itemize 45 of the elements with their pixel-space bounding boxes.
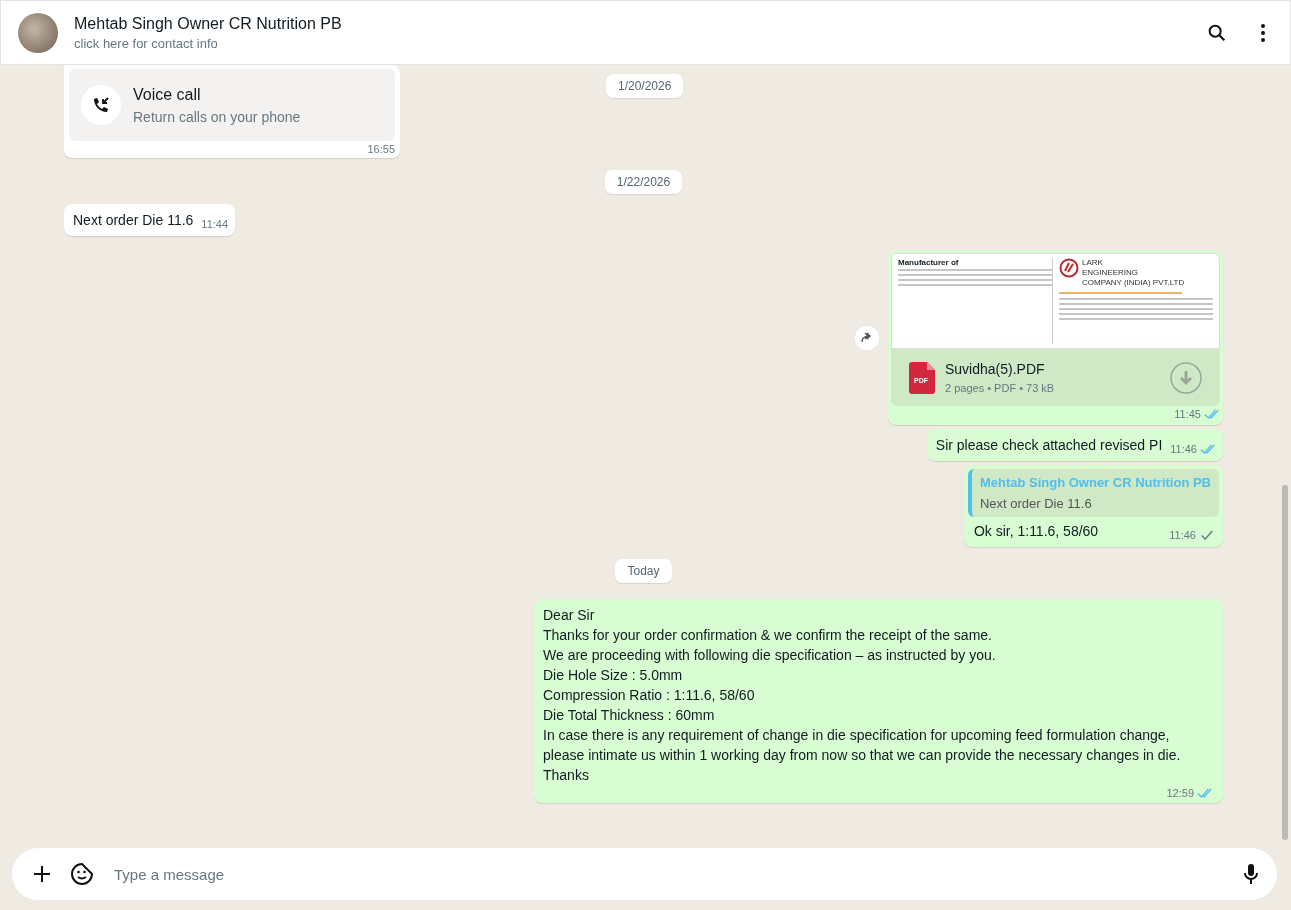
call-subtitle: Return calls on your phone: [133, 108, 301, 125]
contact-name[interactable]: Mehtab Singh Owner CR Nutrition PB: [74, 14, 1174, 33]
message-text: Thanks: [543, 766, 590, 785]
company-logo-icon: [1059, 258, 1079, 278]
message-time: 11:46: [1169, 529, 1196, 541]
contact-info-hint: click here for contact info: [74, 35, 219, 51]
message-text: Die Total Thickness : 60mm: [543, 706, 716, 725]
contact-avatar[interactable]: [18, 12, 58, 53]
message-text: In case there is any requirement of change in die specification for upcoming feed formulation change, please intimate us within 1 working day from now so that we can provide the necessary changes in die.: [543, 726, 1182, 765]
message-text: Ok sir, 1:11.6, 58/60: [973, 522, 1099, 541]
call-title: Voice call: [133, 85, 202, 104]
message-text: We are proceeding with following die specification – as instructed by you.: [543, 646, 997, 665]
message-time: 16:55: [367, 143, 395, 155]
message-time: 11:45: [1174, 408, 1201, 420]
date-chip: 1/20/2026: [606, 74, 684, 98]
missed-call-icon: [81, 85, 121, 125]
company-name: ENGINEERING: [1082, 268, 1139, 278]
quote-text: Next order Die 11.6: [979, 496, 1093, 511]
message-text: Dear Sir: [543, 606, 596, 625]
company-name: COMPANY (INDIA) PVT.LTD: [1082, 278, 1185, 288]
menu-icon[interactable]: [1260, 22, 1266, 43]
message-text: Next order Die 11.6: [73, 211, 194, 230]
message-time: 11:46: [1170, 443, 1197, 455]
message-time: 12:59: [1166, 787, 1194, 799]
message-text: Die Hole Size : 5.0mm: [543, 666, 684, 685]
plus-icon[interactable]: [32, 864, 52, 884]
document-preview[interactable]: Manufacturer of LARK ENGINEERING COMPANY (INDIA) PVT.LTD: [891, 253, 1220, 349]
message-input-bar[interactable]: Type a message: [12, 848, 1277, 900]
message-input[interactable]: Type a message: [112, 864, 1225, 884]
sticker-icon[interactable]: [70, 862, 94, 886]
message-text: Thanks for your order confirmation & we confirm the receipt of the same.: [543, 626, 993, 645]
microphone-icon[interactable]: [1243, 863, 1259, 885]
file-name: Suvidha(5).PDF: [945, 361, 1046, 377]
file-details: 2 pages • PDF • 73 kB: [945, 382, 1056, 394]
pdf-file-icon: [909, 361, 935, 394]
message-text: Compression Ratio : 1:11.6, 58/60: [543, 686, 756, 705]
quote-author: Mehtab Singh Owner CR Nutrition PB: [979, 475, 1211, 490]
company-name: LARK: [1082, 258, 1104, 268]
date-chip: Today: [615, 559, 672, 583]
message-time: 11:44: [201, 218, 229, 230]
message-text: Sir please check attached revised PI: [935, 436, 1163, 455]
document-heading: Manufacturer of: [898, 258, 960, 267]
date-chip: 1/22/2026: [604, 170, 683, 194]
forward-icon[interactable]: [854, 324, 880, 351]
quoted-message[interactable]: Mehtab Singh Owner CR Nutrition PB Next order Die 11.6: [967, 469, 1219, 517]
